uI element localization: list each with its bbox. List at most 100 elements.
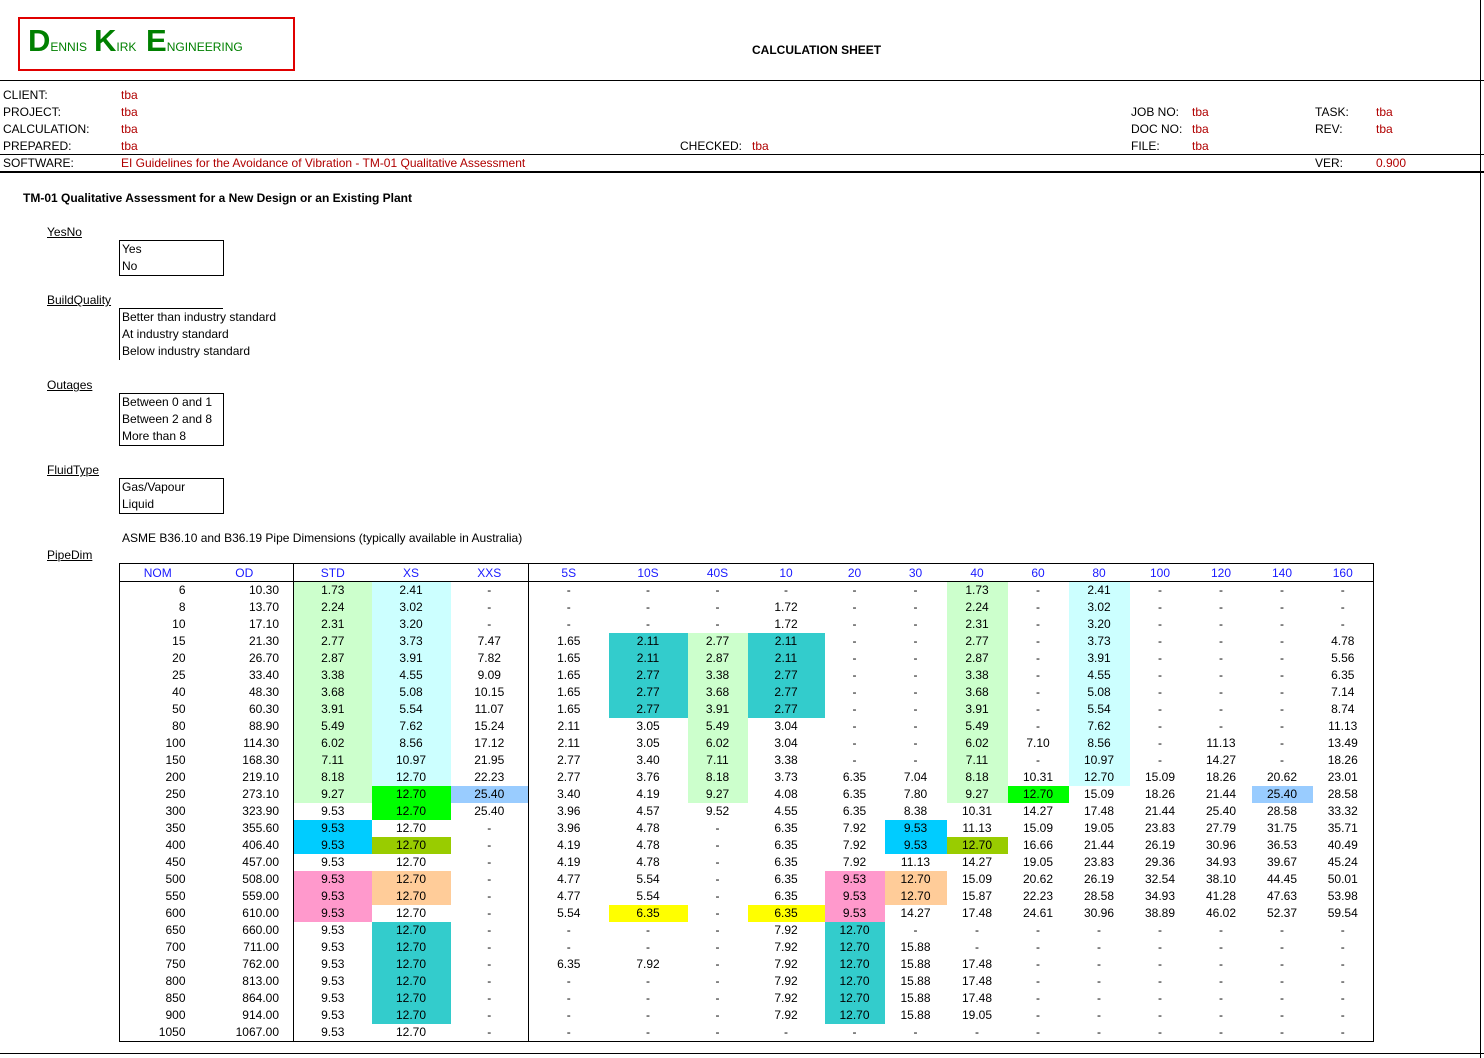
table-cell-140: 31.75	[1266, 821, 1298, 835]
table-cell-80: 2.41	[1068, 581, 1130, 599]
table-cell-10: -	[784, 1025, 788, 1039]
table-cell-5s: -	[566, 974, 571, 988]
table-cell-140: 28.58	[1266, 804, 1298, 818]
list-item[interactable]: Liquid	[120, 496, 223, 513]
table-cell-160: 53.98	[1327, 889, 1358, 903]
calculation-label: CALCULATION:	[3, 122, 90, 136]
table-cell-xs: 5.54	[371, 701, 451, 718]
list-item[interactable]: Between 0 and 1	[120, 394, 223, 411]
table-cell-20: -	[852, 1025, 857, 1039]
table-cell-xs: 3.73	[371, 633, 451, 650]
list-box-fluidtype: Gas/Vapour Liquid	[119, 478, 224, 514]
table-cell-20: -	[852, 685, 857, 699]
table-cell-20: -	[852, 600, 857, 614]
table-cell-10s: 5.54	[636, 872, 660, 886]
table-cell-od: 219.10	[195, 769, 294, 786]
table-cell-std: 9.53	[321, 1025, 345, 1039]
list-item[interactable]: More than 8	[120, 428, 223, 445]
table-cell-40: 17.48	[961, 974, 993, 988]
table-cell-40s: -	[715, 906, 720, 920]
table-cell-40: 10.31	[961, 804, 993, 818]
table-cell-xxs: -	[450, 922, 529, 939]
table-cell-140: -	[1280, 617, 1284, 631]
table-cell-std: 9.53	[321, 957, 345, 971]
table-cell-od: 914.00	[195, 1007, 294, 1024]
table-cell-std: 2.24	[293, 599, 372, 616]
table-cell-140: 39.67	[1266, 855, 1298, 869]
table-cell-120: -	[1219, 719, 1223, 733]
table-cell-140: -	[1280, 668, 1284, 682]
table-cell-40s: 8.18	[687, 769, 748, 786]
table-cell-140: 20.62	[1266, 770, 1298, 784]
rev-value: tba	[1376, 122, 1393, 136]
list-item[interactable]: No	[120, 258, 223, 275]
table-cell-40: 9.27	[946, 786, 1008, 803]
pipe-dimensions-table: NOM OD STD XS XXS 5S 10S 40S 10 20 30 40 60 80 100 120 1…	[119, 563, 1374, 1042]
list-item[interactable]: At industry standard	[120, 326, 229, 343]
table-cell-80: 17.48	[1083, 804, 1115, 818]
table-cell-120: -	[1219, 940, 1223, 954]
list-item[interactable]: Between 2 and 8	[120, 411, 223, 428]
logo-letter-d: D	[28, 23, 51, 58]
table-cell-40s: -	[715, 600, 720, 614]
table-cell-30: -	[913, 651, 918, 665]
ver-value: 0.900	[1376, 156, 1407, 170]
table-cell-160: -	[1340, 583, 1345, 597]
column-header-nom: NOM	[119, 563, 196, 582]
table-cell-100: -	[1158, 702, 1162, 716]
table-cell-60: 19.05	[1022, 855, 1054, 869]
column-header-10: 10	[747, 563, 825, 582]
table-cell-5s: 3.40	[557, 787, 581, 801]
table-cell-xs: 12.70	[371, 888, 451, 905]
column-header-140: 140	[1251, 563, 1313, 582]
list-item[interactable]: Gas/Vapour	[120, 479, 223, 496]
table-cell-30: 8.38	[903, 804, 928, 818]
table-cell-120: -	[1219, 668, 1223, 682]
table-cell-od: 559.00	[195, 888, 294, 905]
table-cell-30: -	[913, 923, 918, 937]
table-cell-80: 15.09	[1083, 787, 1115, 801]
table-cell-30: -	[913, 685, 918, 699]
list-item[interactable]: Below industry standard	[120, 343, 250, 360]
table-cell-160: 50.01	[1327, 872, 1358, 886]
table-cell-nom: 20	[172, 651, 186, 665]
table-cell-xxs: 25.40	[450, 786, 529, 803]
table-cell-5s: 2.77	[557, 753, 581, 767]
table-cell-160: -	[1340, 957, 1345, 971]
table-cell-40: 5.49	[946, 718, 1008, 735]
table-cell-nom: 10	[172, 617, 186, 631]
table-cell-10: 2.77	[747, 667, 825, 684]
table-cell-30: 9.53	[884, 837, 947, 854]
table-cell-std: 8.18	[293, 769, 372, 786]
table-cell-10: 7.92	[774, 957, 798, 971]
column-header-60: 60	[1007, 563, 1069, 582]
table-cell-40s: -	[715, 1008, 720, 1022]
table-cell-160: -	[1340, 940, 1345, 954]
table-cell-xs: 12.70	[371, 922, 451, 939]
table-cell-120: 27.79	[1205, 821, 1237, 835]
list-item[interactable]: Better than industry standard	[120, 309, 276, 326]
table-cell-120: -	[1219, 991, 1223, 1005]
table-row: 350 355.60 9.53 12.70-3.96 4.78-6.35 7.92 9.53…	[120, 820, 1374, 837]
table-cell-80: 23.83	[1083, 855, 1115, 869]
table-cell-20: -	[852, 719, 857, 733]
table-cell-40: 6.02	[946, 735, 1008, 752]
table-cell-60: -	[1036, 974, 1040, 988]
table-cell-120: 14.27	[1205, 753, 1237, 767]
table-cell-10s: 3.76	[636, 770, 660, 784]
table-cell-10: 2.77	[747, 684, 825, 701]
table-cell-5s: -	[566, 1008, 571, 1022]
logo-letter-k: K	[94, 23, 117, 58]
file-value: tba	[1192, 139, 1209, 153]
table-cell-100: -	[1158, 736, 1162, 750]
table-cell-160: -	[1340, 974, 1345, 988]
table-cell-100: -	[1158, 583, 1162, 597]
table-cell-40s: -	[715, 889, 720, 903]
table-cell-140: 25.40	[1251, 786, 1313, 803]
table-cell-xs: 10.97	[371, 752, 451, 769]
table-cell-30: -	[913, 736, 918, 750]
table-cell-60: -	[1036, 668, 1040, 682]
table-cell-od: 864.00	[195, 990, 294, 1007]
list-item[interactable]: Yes	[120, 241, 223, 258]
table-cell-xs: 12.70	[371, 990, 451, 1007]
